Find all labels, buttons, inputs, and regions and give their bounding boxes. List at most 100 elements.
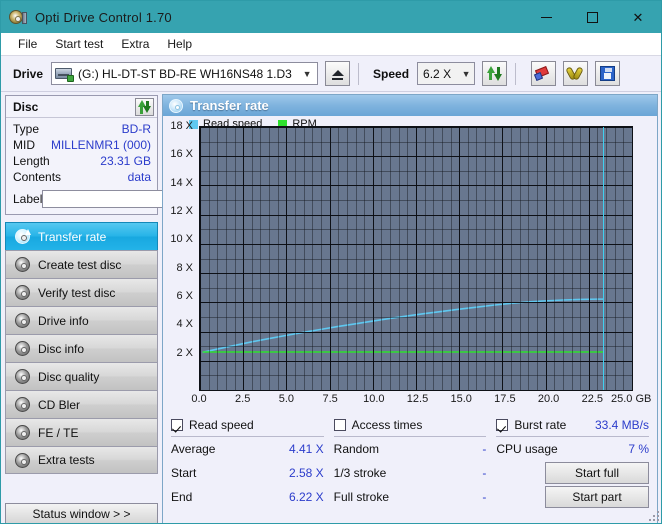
start-full-cell: Start full (496, 461, 649, 485)
access-times-header[interactable]: Access times (333, 415, 487, 437)
grid-line-h (200, 229, 632, 231)
page-title: Transfer rate (190, 98, 269, 113)
refresh-button[interactable] (482, 61, 508, 86)
window-title: Opti Drive Control 1.70 (35, 9, 172, 25)
disc-panel-title: Disc (13, 99, 39, 114)
grid-line-h (200, 375, 632, 377)
sidebar-item-fe-te[interactable]: FE / TE (5, 418, 158, 446)
sidebar-item-cd-bler[interactable]: CD Bler (5, 390, 158, 418)
x-tick-label: 5.0 (278, 393, 295, 405)
chart-plot-area (199, 126, 633, 391)
menu-file[interactable]: File (9, 34, 46, 54)
window-controls: ✕ (523, 1, 661, 33)
read-speed-header[interactable]: Read speed (171, 415, 324, 437)
sidebar-item-extra-tests[interactable]: Extra tests (5, 446, 158, 474)
app-icon (9, 8, 27, 26)
menu-help[interactable]: Help (158, 34, 201, 54)
eject-button[interactable] (325, 61, 351, 86)
title-bar: Opti Drive Control 1.70 ✕ (1, 1, 661, 33)
disc-length-key: Length (13, 154, 50, 168)
close-button[interactable]: ✕ (615, 1, 661, 33)
sidebar-item-verify-test-disc[interactable]: Verify test disc (5, 278, 158, 306)
access-times-checkbox[interactable] (333, 418, 346, 431)
resize-grip[interactable] (647, 509, 659, 521)
speed-select[interactable]: 6.2 X ▼ (417, 62, 476, 85)
grid-line-h (200, 243, 632, 245)
disc-label-key: Label (13, 191, 43, 206)
minimize-button[interactable] (523, 1, 569, 33)
start-value: 2.58 X (288, 466, 324, 480)
erase-button[interactable] (531, 61, 557, 86)
sidebar-item-label: FE / TE (38, 425, 79, 440)
x-tick-label: 2.5 (235, 393, 251, 405)
grid-line-h (200, 156, 632, 158)
grid-line-h (200, 170, 632, 172)
close-icon: ✕ (632, 9, 644, 25)
save-button[interactable] (595, 61, 621, 86)
sidebar-item-create-test-disc[interactable]: Create test disc (5, 250, 158, 278)
x-tick-label: 20.0 (537, 393, 560, 405)
x-tick-label: 0.0 (191, 393, 207, 405)
disc-refresh-button[interactable] (135, 97, 154, 116)
toolbar-divider-2 (515, 62, 517, 85)
drive-select[interactable]: (G:) HL-DT-ST BD-RE WH16NS48 1.D3 ▼ (51, 62, 319, 85)
menu-extra[interactable]: Extra (112, 34, 158, 54)
status-window-button[interactable]: Status window > > (5, 503, 158, 523)
chevron-down-icon: ▼ (461, 68, 471, 79)
grid-line-h (200, 273, 632, 275)
disc-panel-header: Disc (6, 96, 157, 118)
sidebar-item-drive-info[interactable]: Drive info (5, 306, 158, 334)
sidebar-item-label: CD Bler (38, 397, 81, 412)
disc-burn-icon (15, 257, 30, 272)
optical-drive-icon (55, 66, 75, 82)
drive-info-icon (15, 313, 30, 328)
third-stroke-value: - (482, 466, 487, 480)
chart-y-axis: 2 X 4 X 6 X 8 X 10 X 12 X 14 X 16 X 18 X (163, 120, 197, 381)
disc-panel: Disc Type BD-R MID MILLENMR1 (000) Lengt… (5, 95, 252, 215)
grid-line-h (200, 127, 632, 128)
app-window: Opti Drive Control 1.70 ✕ File Start tes… (0, 0, 662, 524)
chart-x-axis: 0.0 2.5 5.0 7.5 10.0 12.5 15.0 17.5 20.0 22.5 25.0… (163, 393, 657, 409)
x-tick-label: 7.5 (322, 393, 338, 405)
start-part-button[interactable]: Start part (545, 486, 649, 508)
disc-contents-value: data (127, 170, 151, 184)
y-tick-label: 16 X (170, 148, 193, 161)
body-area: Disc Type BD-R MID MILLENMR1 (000) Lengt… (1, 92, 661, 523)
disc-length-value: 23.31 GB (100, 154, 151, 168)
toolbar-divider-1 (358, 62, 360, 85)
tools-button[interactable] (563, 61, 589, 86)
burst-rate-header[interactable]: Burst rate 33.4 MB/s (496, 415, 649, 437)
row-average: Average 4.41 X (171, 437, 324, 461)
disc-row-mid: MID MILLENMR1 (000) (13, 137, 151, 153)
read-speed-checkbox[interactable] (171, 418, 183, 431)
menu-start-test[interactable]: Start test (46, 34, 112, 54)
y-tick-label: 18 X (170, 120, 193, 132)
row-third-stroke: 1/3 stroke - (334, 461, 487, 485)
disc-mid-value: MILLENMR1 (000) (50, 138, 151, 152)
fe-te-icon (15, 425, 30, 440)
maximize-button[interactable] (569, 1, 615, 33)
disc-test-icon (15, 229, 31, 244)
main-content: Transfer rate Read speed RPM 2 X4 X6 X8 … (162, 92, 661, 523)
access-times-label: Access times (351, 417, 423, 432)
sidebar-item-transfer-rate[interactable]: Transfer rate (5, 222, 158, 250)
row-cpu-usage: CPU usage 7 % (496, 437, 649, 461)
start-full-button[interactable]: Start full (545, 462, 649, 484)
disc-row-contents: Contents data (13, 169, 151, 185)
average-value: 4.41 X (288, 442, 324, 456)
extra-tests-icon (15, 452, 30, 468)
transfer-rate-chart: Read speed RPM 2 X4 X6 X8 X 10 X 12 X 14 X1… (163, 116, 657, 411)
grid-line-h (200, 316, 632, 318)
sidebar-item-label: Drive info (38, 313, 89, 328)
sidebar-item-disc-info[interactable]: Disc info (5, 334, 158, 362)
disc-info-rows: Type BD-R MID MILLENMR1 (000) Length 23.… (6, 118, 252, 214)
sidebar-item-disc-quality[interactable]: Disc quality (5, 362, 158, 390)
chevron-down-icon: ▼ (302, 68, 312, 79)
row-end: End 6.22 X (171, 485, 324, 509)
end-key: End (171, 490, 193, 504)
refresh-icon (487, 66, 503, 81)
row-random: Random - (334, 437, 487, 461)
row-full-stroke: Full stroke - (334, 485, 487, 509)
grid-line-h (200, 302, 632, 304)
burst-rate-checkbox[interactable] (496, 418, 509, 431)
